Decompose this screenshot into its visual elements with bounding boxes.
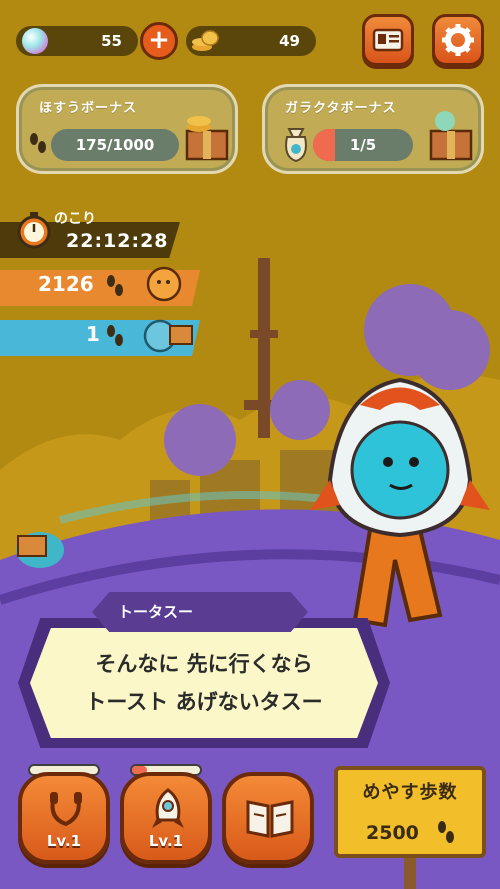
steps-bonus-progress-text: 175/1000 xyxy=(75,136,155,154)
footprints-icon xyxy=(107,275,123,296)
add-gems-button[interactable]: + xyxy=(140,22,178,60)
coin-counter: 49 xyxy=(186,26,316,56)
steps-bonus-progress: 175/1000 xyxy=(51,129,179,161)
speaker-name: トータスー xyxy=(92,592,308,632)
timer-value: 22:12:28 xyxy=(66,230,169,252)
footprints-icon xyxy=(107,325,123,346)
steps-bonus-panel[interactable]: ほすうボーナス 175/1000 xyxy=(16,84,238,174)
book-button[interactable] xyxy=(222,772,314,864)
rocket-character xyxy=(310,377,490,628)
junk-bonus-title: ガラクタボーナス xyxy=(285,101,397,116)
stopwatch-icon xyxy=(17,212,51,249)
rival-steps: 1 xyxy=(86,322,100,346)
junk-bonus-progress: 1/5 xyxy=(313,129,413,161)
money-bag-icon xyxy=(285,128,307,163)
junk-bonus-panel[interactable]: ガラクタボーナス 1/5 xyxy=(262,84,484,174)
item-level-2: Lv.1 xyxy=(148,832,184,850)
rival-avatar xyxy=(143,319,193,353)
dialogue-line-1: そんなに 先に行くなら xyxy=(95,652,313,676)
gift-box-icon xyxy=(185,116,229,161)
target-steps-value: 2500 xyxy=(366,822,419,844)
item-level-1: Lv.1 xyxy=(46,832,82,850)
coin-count: 49 xyxy=(279,32,300,50)
player-avatar xyxy=(146,266,182,302)
dialogue-line-2: トースト あげないタスー xyxy=(85,690,323,714)
gem-count: 55 xyxy=(101,32,122,50)
target-steps-title: めやす歩数 xyxy=(362,782,458,803)
dialogue-text-area xyxy=(30,628,378,738)
target-steps-sign[interactable]: めやす歩数 2500 xyxy=(334,766,486,858)
open-book-icon xyxy=(246,800,294,838)
turtle-character xyxy=(16,532,64,568)
footprints-icon xyxy=(438,821,454,843)
gear-icon xyxy=(442,24,474,56)
footprints-icon xyxy=(30,133,46,153)
junk-bonus-progress-text: 1/5 xyxy=(349,136,377,154)
gift-box-icon xyxy=(429,111,473,161)
shoes-item-button[interactable]: Lv.1 xyxy=(18,772,110,864)
settings-button[interactable] xyxy=(432,14,484,66)
rocket-icon xyxy=(152,788,184,828)
gem-icon xyxy=(22,28,48,54)
coin-stack-icon xyxy=(192,30,219,51)
skipping-rope-icon xyxy=(50,792,82,827)
gem-counter: 55 xyxy=(16,26,138,56)
steps-bonus-title: ほすうボーナス xyxy=(39,101,138,116)
rocket-item-button[interactable]: Lv.1 xyxy=(120,772,212,864)
plus-icon: + xyxy=(148,25,170,55)
junk-bonus-fill xyxy=(313,129,335,161)
card-button[interactable] xyxy=(362,14,414,66)
timer-label: のこり xyxy=(54,211,96,227)
player-steps: 2126 xyxy=(38,272,94,296)
id-card-icon xyxy=(372,28,404,52)
